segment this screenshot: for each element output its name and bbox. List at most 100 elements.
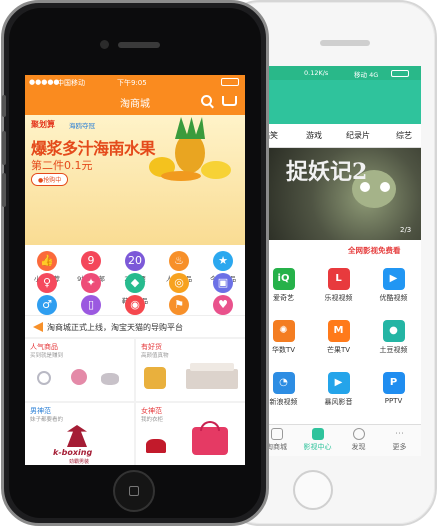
app-baofeng[interactable]: ▶ 暴风影音 <box>311 366 366 416</box>
bottom-tab-bar: 淘商城 影视中心 发现 ⋯ 更多 <box>256 424 421 456</box>
black-phone-screen: ●●●●● 中国移动 下午9:05 淘商城 聚划算 海鸥夺冠 爆浆多汁海南水果 … <box>25 75 245 465</box>
announcement-text: 淘商城正式上线，淘宝天猫的导购平台 <box>47 323 183 332</box>
heels-image <box>146 439 166 453</box>
bottom-tab-video-center[interactable]: 影视中心 <box>297 427 338 452</box>
app-tudou[interactable]: ● 土豆视频 <box>366 314 421 364</box>
app-mango[interactable]: M 芒果TV <box>311 314 366 364</box>
mango-icon: M <box>327 320 350 342</box>
status-bar: 0.12K/s 移动 4G <box>256 66 421 80</box>
app-pptv[interactable]: P PPTV <box>366 366 421 416</box>
kboxing-logo-icon <box>67 425 87 447</box>
clock: 下午9:05 <box>117 79 147 87</box>
banner-brand-left: 聚划算 <box>31 120 55 129</box>
black-phone-home-button[interactable] <box>113 470 155 512</box>
baby-bottle-icon: ◎ <box>169 273 189 293</box>
cart-icon[interactable] <box>222 96 237 106</box>
white-phone-speaker <box>320 40 370 46</box>
tudou-icon: ● <box>382 320 405 342</box>
poster-pager: 2/3 <box>400 226 412 234</box>
card-female-style[interactable]: 女神范 我的衣柜 <box>136 403 245 465</box>
food-icon: ◉ <box>125 295 145 315</box>
white-phone-screen: 0.12K/s 移动 4G 搞笑 游戏 纪录片 综艺 捉妖记2 2/3 全网影视… <box>256 66 421 456</box>
tab-games[interactable]: 游戏 <box>306 130 322 141</box>
lipstick-icon: ✦ <box>81 273 101 293</box>
poster-title: 捉妖记2 <box>286 159 368 185</box>
battery-icon <box>221 78 239 86</box>
app-youku[interactable]: ▶ 优酷视频 <box>366 262 421 312</box>
card-good-stuff[interactable]: 有好货 高颜值真物 <box>136 339 245 401</box>
dress-icon: ♀ <box>37 273 57 293</box>
mute-switch <box>2 95 6 117</box>
promo-cards: 人气商品 买到就是赚到 有好货 高颜值真物 男神范 妹子都要看的 k-boxin… <box>25 339 245 465</box>
volume-down-button <box>2 173 6 207</box>
poster-creature-eye <box>380 182 390 192</box>
banner-headline: 爆浆多汁海南水果 <box>31 139 156 158</box>
card-male-style[interactable]: 男神范 妹子都要看的 k-boxing 劲霸男装 <box>25 403 134 465</box>
sport-icon: ⚑ <box>169 295 189 315</box>
white-phone-home-button[interactable] <box>293 470 333 510</box>
necklace-image <box>71 369 87 385</box>
brand-subtitle: 劲霸男装 <box>69 459 90 465</box>
underwear-icon: ♥ <box>213 295 233 315</box>
card-subtitle: 妹子都要看的 <box>30 417 64 423</box>
volume-up-button <box>2 131 6 165</box>
letv-icon: L <box>327 268 350 290</box>
youku-icon: ▶ <box>382 268 405 290</box>
price-tag-icon: 20 <box>125 251 145 271</box>
signal-icon: ●●●●● <box>29 78 60 86</box>
shirt-icon: ♂ <box>37 295 57 315</box>
carrier-label: 中国移动 <box>57 79 85 87</box>
carrier-label: 移动 4G <box>354 71 379 79</box>
network-speed: 0.12K/s <box>304 69 329 77</box>
phone-icon: ▯ <box>81 295 101 315</box>
sina-icon: ◔ <box>272 372 295 394</box>
flame-icon: ♨ <box>169 251 189 271</box>
sofa-icon: ▣ <box>213 273 233 293</box>
truck-icon: 9 <box>81 251 101 271</box>
wasu-icon: ✺ <box>272 320 295 342</box>
brand-name: k-boxing <box>53 448 93 457</box>
app-label: PPTV <box>384 397 403 405</box>
bottom-tab-more[interactable]: ⋯ 更多 <box>379 427 420 452</box>
card-popular[interactable]: 人气商品 买到就是赚到 <box>25 339 134 401</box>
promo-banner[interactable]: 聚划算 海鸥夺冠 爆浆多汁海南水果 第二件0.1元 ●抢购中 <box>25 115 245 245</box>
lemon-image <box>201 161 231 179</box>
free-text: 全网影视免费看 <box>348 246 401 255</box>
front-camera <box>100 40 109 49</box>
video-app-grid: iQ 爱奇艺 L 乐视视频 ▶ 优酷视频 ✺ 华数TV M 芒果TV ● 土豆视频 ◔ 新浪视频 ▶ 暴风影音… <box>256 262 421 422</box>
bottom-tab-discover[interactable]: 发现 <box>338 427 379 452</box>
bottom-tab-label: 影视中心 <box>303 443 332 451</box>
app-label: 土豆视频 <box>379 346 408 354</box>
pptv-icon: P <box>382 372 405 394</box>
app-label: 芒果TV <box>326 346 351 354</box>
card-subtitle: 买到就是赚到 <box>30 353 64 359</box>
tab-variety[interactable]: 综艺 <box>396 130 412 141</box>
fruit-pile-image <box>161 171 201 181</box>
app-letv[interactable]: L 乐视视频 <box>311 262 366 312</box>
status-bar: ●●●●● 中国移动 下午9:05 <box>25 75 245 89</box>
handbag-image <box>192 427 228 455</box>
home-square-icon <box>129 486 139 496</box>
app-label: 优酷视频 <box>379 294 408 302</box>
bottom-tab-label: 更多 <box>392 443 407 451</box>
battery-icon <box>391 70 409 77</box>
more-dots-icon: ⋯ <box>395 429 404 439</box>
armchair-image <box>144 367 166 389</box>
announcement-bar[interactable]: 淘商城正式上线，淘宝天猫的导购平台 <box>25 315 245 337</box>
compass-icon <box>352 428 365 440</box>
app-label: 暴风影音 <box>324 398 353 406</box>
tab-documentary[interactable]: 纪录片 <box>346 130 370 141</box>
free-banner: 全网影视免费看 <box>256 240 421 260</box>
video-icon <box>311 428 324 440</box>
pillow-image <box>190 363 234 371</box>
iqiyi-icon: iQ <box>272 268 295 290</box>
baofeng-icon: ▶ <box>327 372 350 394</box>
nav-bar: 淘商城 <box>25 89 245 115</box>
handbag-strap <box>200 421 220 431</box>
watch-image <box>101 373 119 385</box>
movie-poster[interactable]: 捉妖记2 2/3 <box>256 148 421 240</box>
ring-image <box>37 371 51 385</box>
new-badge-icon: ★ <box>213 251 233 271</box>
app-label: 乐视视频 <box>324 294 353 302</box>
banner-buy-button[interactable]: ●抢购中 <box>31 173 69 186</box>
